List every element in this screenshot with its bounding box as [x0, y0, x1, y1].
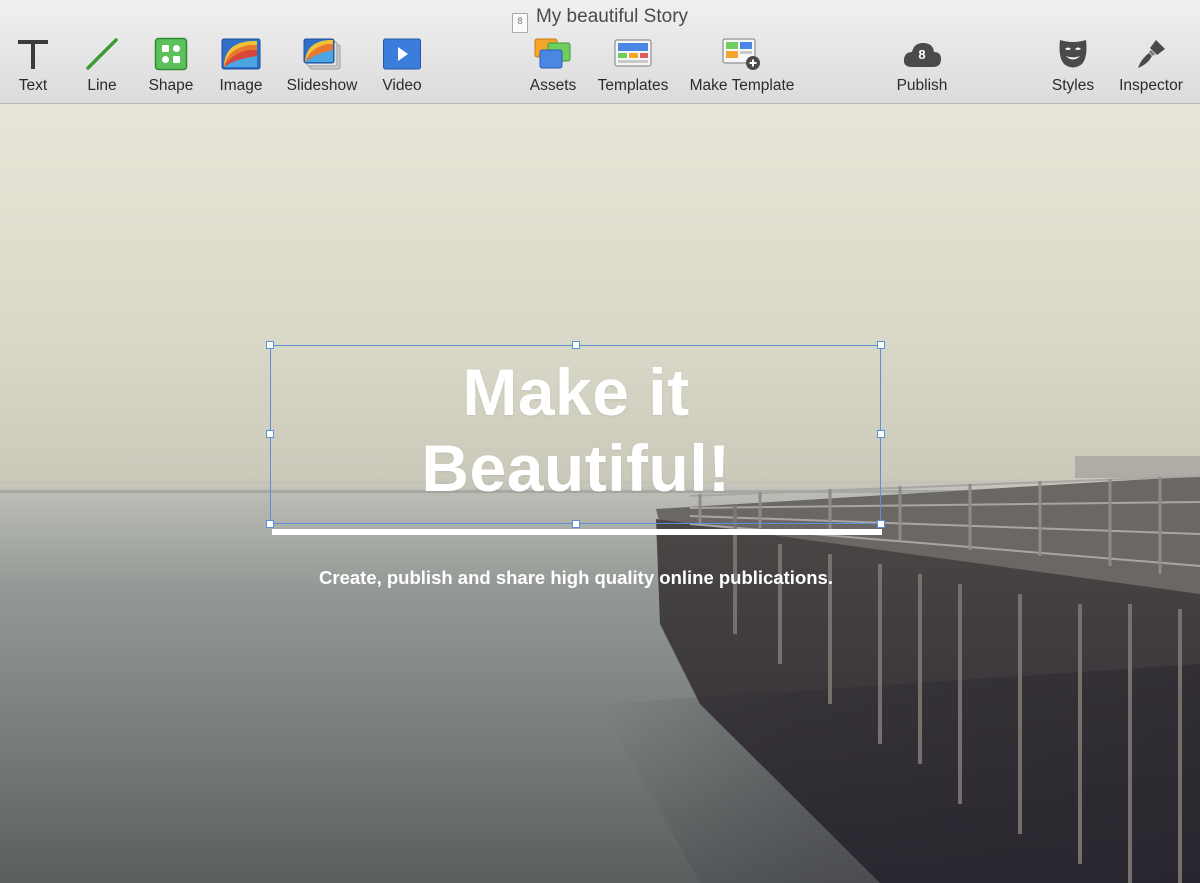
resize-handle-right[interactable]: [877, 430, 885, 438]
publish-label: Publish: [896, 77, 948, 94]
resize-handle-bottom-left[interactable]: [266, 520, 274, 528]
resize-handle-bottom-right[interactable]: [877, 520, 885, 528]
styles-label: Styles: [1051, 77, 1095, 94]
text-icon: [13, 34, 53, 74]
image-icon: [221, 34, 261, 74]
make-template-button[interactable]: Make Template: [690, 34, 794, 100]
slideshow-icon: [302, 34, 342, 74]
slideshow-tool-label: Slideshow: [286, 77, 358, 94]
assets-icon: [533, 34, 573, 74]
mask-icon: [1053, 34, 1093, 74]
slideshow-tool-button[interactable]: Slideshow: [277, 34, 367, 100]
video-tool-button[interactable]: Video: [357, 34, 447, 100]
styles-button[interactable]: Styles: [1028, 34, 1118, 100]
divider-line[interactable]: [272, 529, 882, 535]
toolbar: 8 My beautiful Story Text Line Shape Ima…: [0, 0, 1200, 104]
subtitle-text[interactable]: Create, publish and share high quality o…: [0, 567, 1152, 589]
resize-handle-left[interactable]: [266, 430, 274, 438]
line-tool-label: Line: [87, 77, 117, 94]
resize-handle-top[interactable]: [572, 341, 580, 349]
assets-button[interactable]: Assets: [508, 34, 598, 100]
shape-icon: [151, 34, 191, 74]
selection-box[interactable]: [270, 345, 881, 524]
text-tool-label: Text: [18, 77, 48, 94]
templates-button[interactable]: Templates: [588, 34, 678, 100]
window-title-text: My beautiful Story: [535, 6, 689, 27]
video-tool-label: Video: [382, 77, 422, 94]
window-title: 8 My beautiful Story: [0, 6, 1200, 33]
publish-badge: 8: [918, 47, 926, 62]
document-icon: 8: [511, 13, 528, 33]
cloud-icon: 8: [902, 34, 942, 74]
brush-icon: [1131, 34, 1171, 74]
shape-tool-label: Shape: [148, 77, 194, 94]
resize-handle-top-right[interactable]: [877, 341, 885, 349]
make-template-icon: [722, 34, 762, 74]
templates-icon: [613, 34, 653, 74]
video-icon: [382, 34, 422, 74]
image-tool-label: Image: [219, 77, 263, 94]
image-tool-button[interactable]: Image: [196, 34, 286, 100]
publish-button[interactable]: 8 Publish: [877, 34, 967, 100]
app-window: 8 My beautiful Story Text Line Shape Ima…: [0, 0, 1200, 883]
inspector-label: Inspector: [1119, 77, 1183, 94]
make-template-label: Make Template: [689, 77, 795, 94]
inspector-button[interactable]: Inspector: [1106, 34, 1196, 100]
resize-handle-bottom[interactable]: [572, 520, 580, 528]
resize-handle-top-left[interactable]: [266, 341, 274, 349]
story-canvas[interactable]: Make it Beautiful! Create, publish and s…: [0, 104, 1200, 883]
assets-label: Assets: [529, 77, 577, 94]
templates-label: Templates: [597, 77, 669, 94]
line-icon: [82, 34, 122, 74]
